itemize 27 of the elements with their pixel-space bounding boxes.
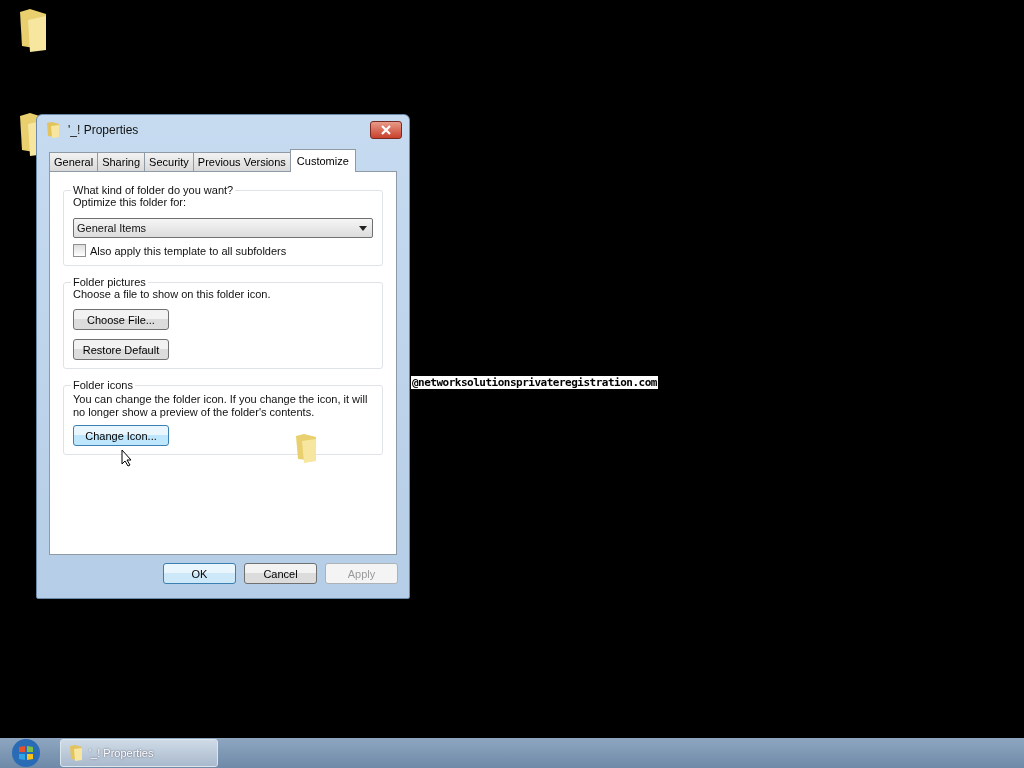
folder-type-dropdown[interactable]: General Items [73,218,373,238]
folder-icon[interactable] [18,8,48,52]
change-icon-button[interactable]: Change Icon... [73,425,169,446]
tab[interactable]: Previous Versions [192,152,291,171]
group-title: Folder icons [72,379,134,391]
tab[interactable]: General [49,152,99,171]
tab[interactable]: Customize [289,149,356,172]
dialog-button[interactable]: OK [163,563,236,584]
mouse-pointer-icon [121,449,133,467]
tab[interactable]: Sharing [97,152,146,171]
close-button[interactable] [370,121,402,139]
tab[interactable]: Security [144,152,194,171]
dialog-button[interactable]: Cancel [244,563,317,584]
close-icon [381,125,391,135]
group-title: Folder pictures [72,276,147,288]
description-text: You can change the folder icon. If you change the icon, it will no longer show a preview of the folder's contents. [73,393,369,419]
window-title: '_! Properties [68,123,140,137]
description-text: Choose a file to show on this folder icon. [73,288,271,300]
folder-picture-button[interactable]: Choose File... [73,309,169,330]
overlay-text: @networksolutionsprivateregistration.com [411,376,658,389]
checkbox[interactable] [73,244,86,257]
checkbox-label: Also apply this template to all subfolders [90,244,287,257]
folder-picture-button[interactable]: Restore Default [73,339,169,360]
group-title: What kind of folder do you want? [72,184,235,196]
field-label: Optimize this folder for: [73,196,187,208]
folder-icon [69,745,83,761]
caret-icon [359,225,367,231]
